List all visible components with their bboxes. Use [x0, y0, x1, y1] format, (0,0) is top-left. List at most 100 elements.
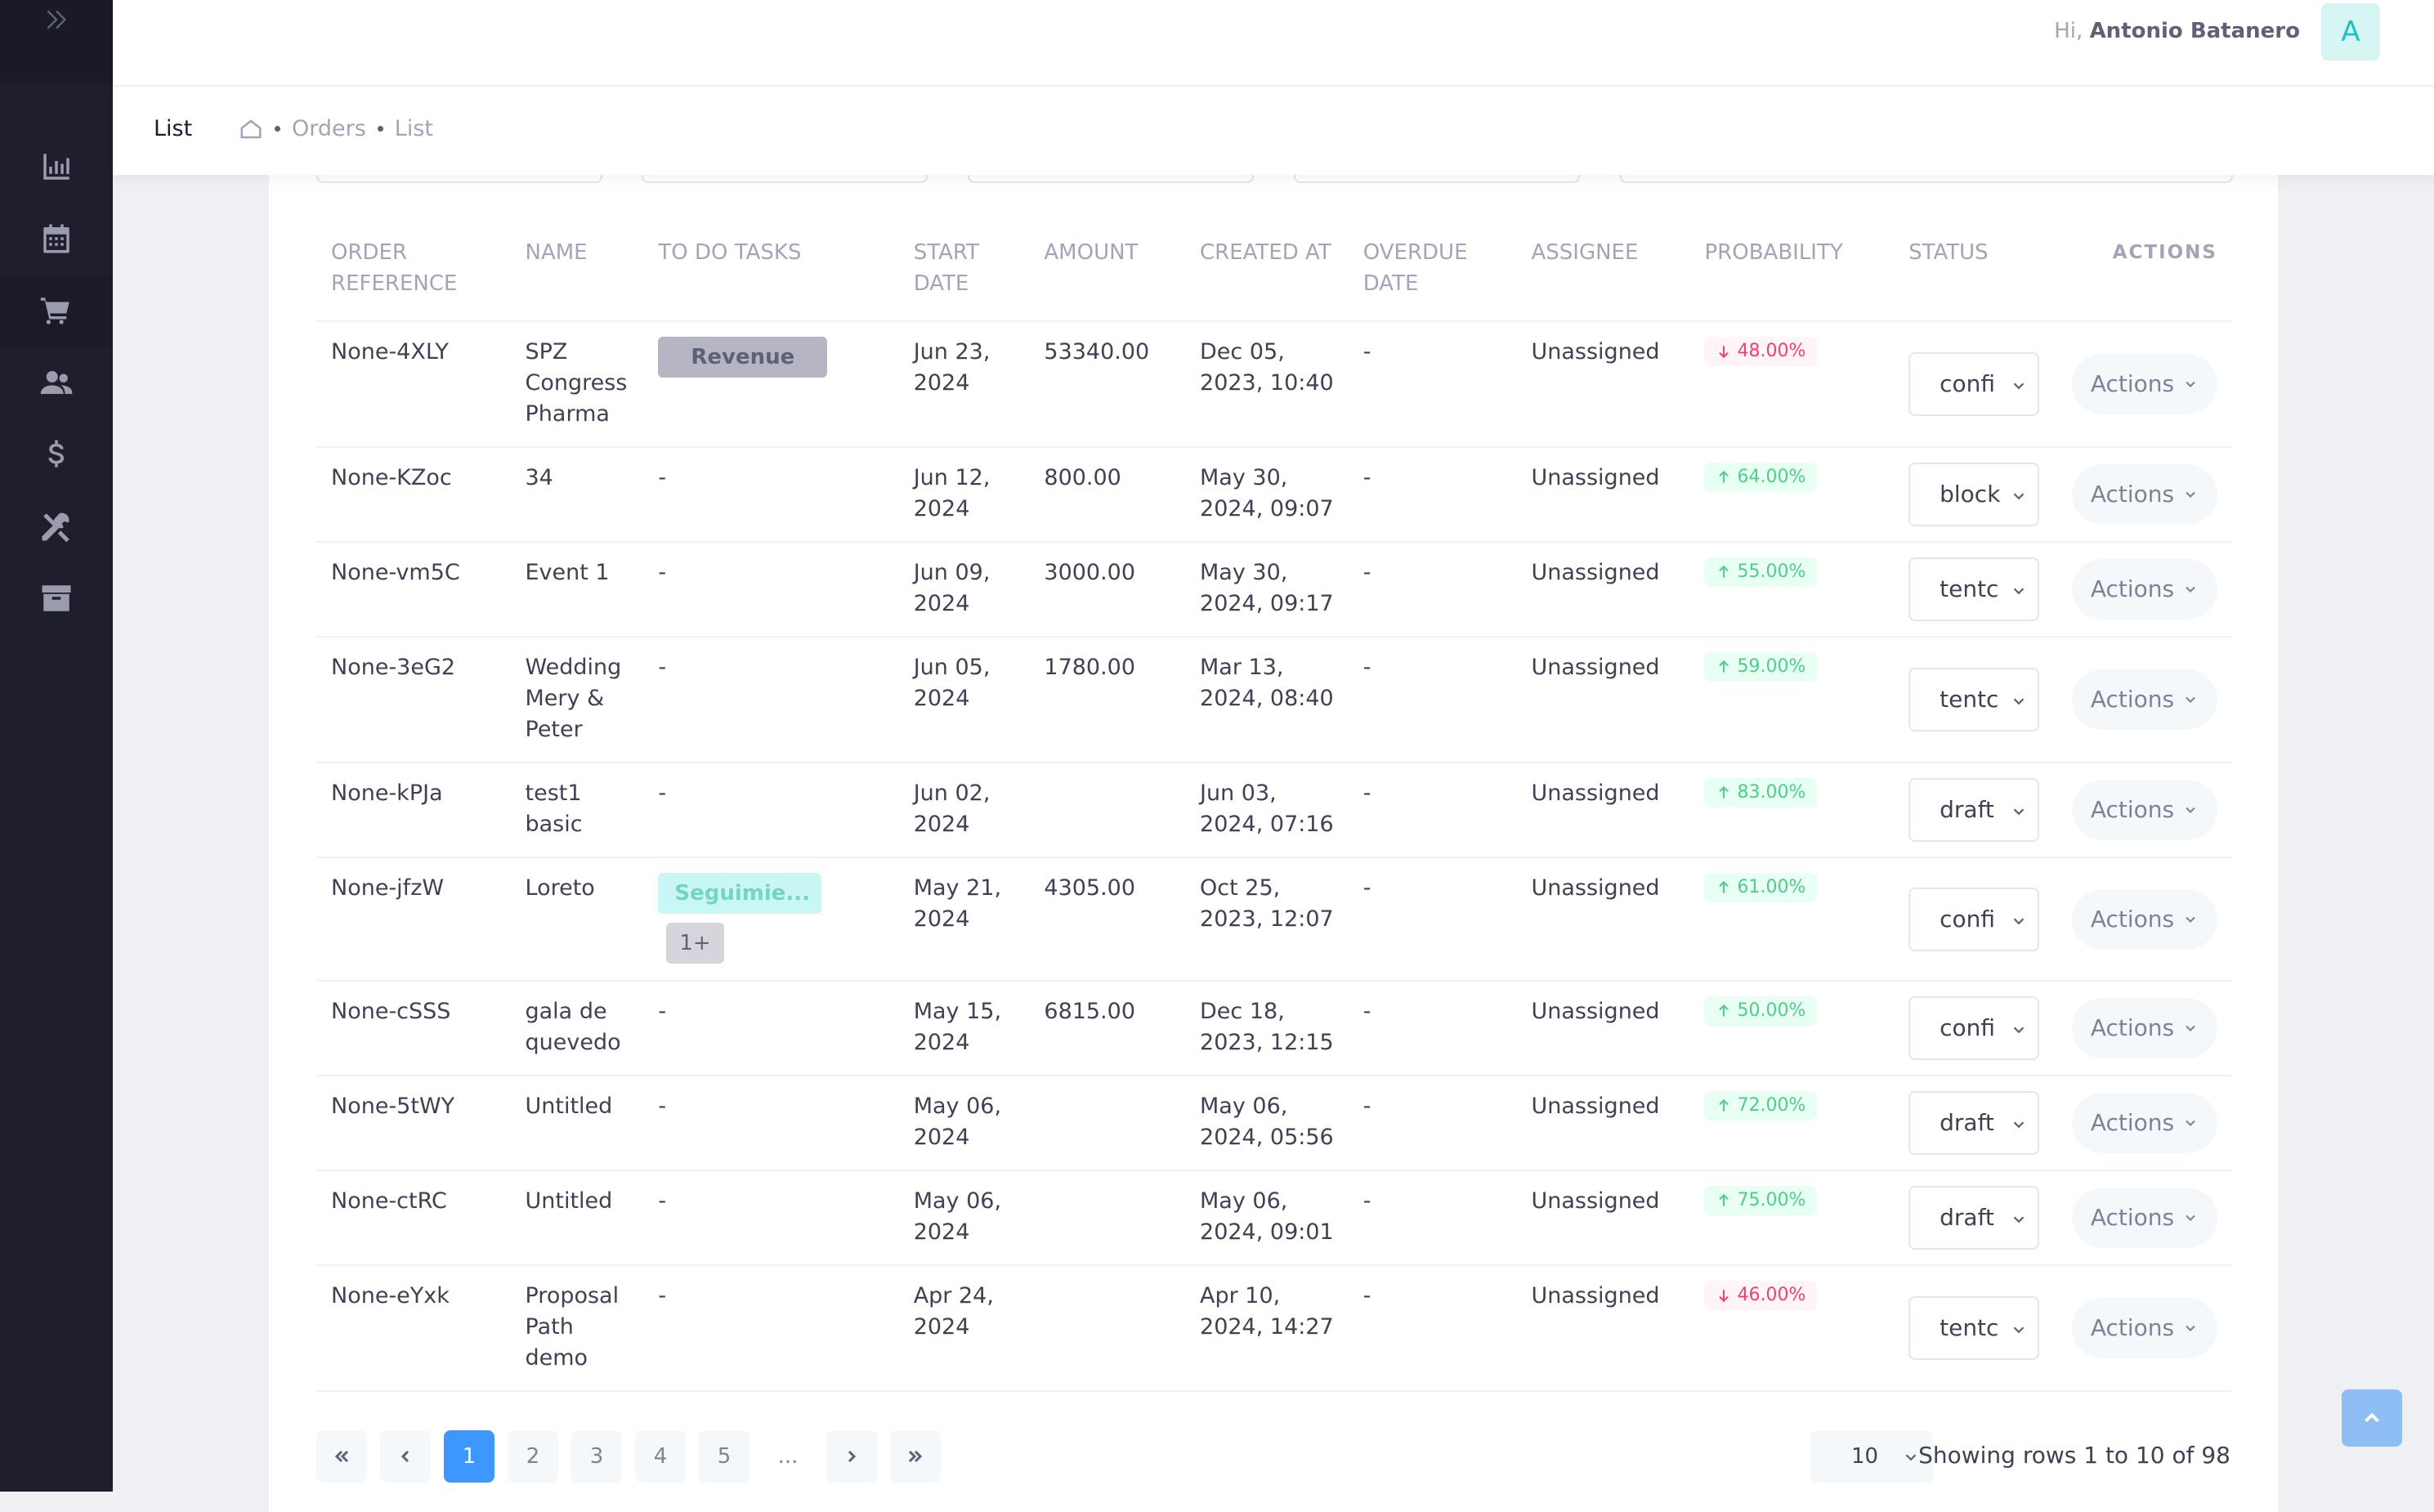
actions-dropdown-button[interactable]: Actions [2072, 1298, 2217, 1358]
column-header-status[interactable]: Status [1894, 237, 2057, 321]
chevron-down-icon [2013, 808, 2025, 816]
actions-dropdown-button[interactable]: Actions [2072, 998, 2217, 1058]
avatar[interactable]: A [2321, 3, 2380, 60]
actions-dropdown-button[interactable]: Actions [2072, 354, 2217, 414]
page-button-2[interactable]: 2 [508, 1430, 558, 1483]
user-name: Antonio Batanero [2089, 19, 2300, 43]
table-row: None-jfzW Loreto Seguimie... 1+ May 21, 2024… [316, 857, 2232, 981]
page-button-3[interactable]: 3 [571, 1430, 622, 1483]
sidebar-item-calendar[interactable] [0, 203, 113, 275]
order-reference[interactable]: None-jfzW [316, 857, 511, 981]
column-header-todo-tasks[interactable]: To Do Tasks [643, 237, 898, 321]
column-header-name[interactable]: Name [511, 237, 644, 321]
sidebar-item-finance[interactable] [0, 418, 113, 490]
order-reference[interactable]: None-ctRC [316, 1170, 511, 1265]
actions-dropdown-button[interactable]: Actions [2072, 888, 2217, 950]
task-tag[interactable]: Seguimie... [658, 873, 822, 914]
chevron-down-icon [2186, 807, 2195, 813]
order-reference[interactable]: None-kPJa [316, 763, 511, 857]
actions-dropdown-button[interactable]: Actions [2072, 559, 2217, 620]
chevron-down-icon [1905, 1454, 1917, 1461]
next-page-button[interactable] [826, 1430, 877, 1483]
todo-tasks-cell: - [643, 542, 898, 637]
table-row: None-vm5C Event 1 - Jun 09, 2024 3000.00 May … [316, 542, 2232, 637]
amount [1029, 1170, 1185, 1265]
breadcrumb-orders[interactable]: Orders [292, 116, 366, 141]
column-header-amount[interactable]: Amount [1029, 237, 1185, 321]
status-select[interactable]: draft [1908, 1186, 2040, 1250]
orders-card: Order Reference Name To Do Tasks Start D… [269, 123, 2278, 1512]
users-icon [40, 371, 73, 394]
column-header-assignee[interactable]: Assignee [1517, 237, 1690, 321]
task-tag[interactable]: Revenue [658, 337, 828, 378]
probability-badge: 64.00% [1704, 463, 1818, 492]
overdue-date: - [1362, 1283, 1371, 1308]
first-page-button[interactable] [316, 1430, 367, 1483]
scroll-top-button[interactable] [2342, 1389, 2402, 1447]
column-header-overdue-date[interactable]: Overdue Date [1349, 237, 1517, 321]
sidebar-item-archive[interactable] [0, 562, 113, 634]
order-reference[interactable]: None-vm5C [316, 542, 511, 637]
status-select[interactable]: tentc [1908, 668, 2040, 731]
prev-page-button[interactable] [380, 1430, 431, 1483]
status-select[interactable]: confi [1908, 352, 2040, 416]
table-row: None-3eG2 Wedding Mery & Peter - Jun 05, 20… [316, 637, 2232, 763]
sidebar-item-contacts[interactable] [0, 347, 113, 418]
probability-value: 72.00% [1737, 1095, 1806, 1116]
actions-label: Actions [2090, 686, 2175, 713]
order-reference[interactable]: None-4XLY [316, 321, 511, 447]
todo-tasks-cell: Revenue [643, 321, 898, 447]
last-page-button[interactable] [890, 1430, 941, 1483]
page-button-5[interactable]: 5 [699, 1430, 749, 1483]
home-icon[interactable] [239, 117, 263, 141]
sidebar-item-orders[interactable] [0, 275, 113, 347]
overdue-date: - [1362, 999, 1371, 1024]
status-select[interactable]: draft [1908, 778, 2040, 842]
arrow-up-icon [1719, 660, 1729, 673]
order-name: Proposal Path demo [525, 1283, 620, 1371]
assignee: Unassigned [1531, 1094, 1660, 1119]
rows-per-page-select[interactable]: 10 [1810, 1430, 1933, 1483]
column-header-created-at[interactable]: Created At [1185, 237, 1349, 321]
sidebar-toggle[interactable] [0, 0, 113, 84]
actions-dropdown-button[interactable]: Actions [2072, 669, 2217, 730]
order-reference[interactable]: None-3eG2 [316, 637, 511, 763]
sidebar-item-reports[interactable] [0, 131, 113, 203]
column-header-probability[interactable]: Probability [1689, 237, 1894, 321]
amount [1029, 1076, 1185, 1170]
table-row: None-cSSS gala de quevedo - May 15, 2024 681… [316, 981, 2232, 1076]
order-reference[interactable]: None-eYxk [316, 1265, 511, 1391]
created-at: Dec 18, 2023, 12:15 [1200, 999, 1334, 1055]
actions-label: Actions [2090, 1109, 2175, 1136]
sidebar-item-tools[interactable] [0, 490, 113, 562]
order-reference[interactable]: None-cSSS [316, 981, 511, 1076]
status-select[interactable]: confi [1908, 996, 2040, 1060]
status-select[interactable]: draft [1908, 1091, 2040, 1155]
status-cell: draft [1894, 763, 2057, 857]
arrow-up-icon [1719, 1098, 1729, 1112]
table-row: None-kPJa test1 basic - Jun 02, 2024 Jun 03,… [316, 763, 2232, 857]
status-select[interactable]: tentc [1908, 1296, 2040, 1360]
actions-dropdown-button[interactable]: Actions [2072, 1188, 2217, 1248]
actions-dropdown-button[interactable]: Actions [2072, 780, 2217, 840]
column-header-start-date[interactable]: Start Date [899, 237, 1030, 321]
page-button-1[interactable]: 1 [444, 1430, 494, 1483]
status-select[interactable]: block [1908, 463, 2040, 526]
probability-badge: 50.00% [1704, 996, 1818, 1026]
status-select[interactable]: confi [1908, 887, 2040, 951]
todo-tasks-cell: - [643, 1076, 898, 1170]
user-greeting[interactable]: Hi, Antonio Batanero [2054, 20, 2300, 42]
subheader: List Orders List [113, 87, 2434, 175]
actions-dropdown-button[interactable]: Actions [2072, 1093, 2217, 1153]
todo-tasks-cell: - [643, 1170, 898, 1265]
column-header-order-reference[interactable]: Order Reference [316, 237, 511, 321]
page-button-4[interactable]: 4 [635, 1430, 686, 1483]
chevron-down-icon [2013, 382, 2025, 390]
pagination: 1 2 3 4 5 ... [316, 1430, 941, 1483]
order-reference[interactable]: None-5tWY [316, 1076, 511, 1170]
actions-dropdown-button[interactable]: Actions [2072, 464, 2217, 525]
order-name: Loreto [525, 875, 595, 901]
status-select[interactable]: tentc [1908, 557, 2040, 621]
order-reference[interactable]: None-KZoc [316, 447, 511, 542]
more-tasks-badge[interactable]: 1+ [666, 923, 724, 964]
